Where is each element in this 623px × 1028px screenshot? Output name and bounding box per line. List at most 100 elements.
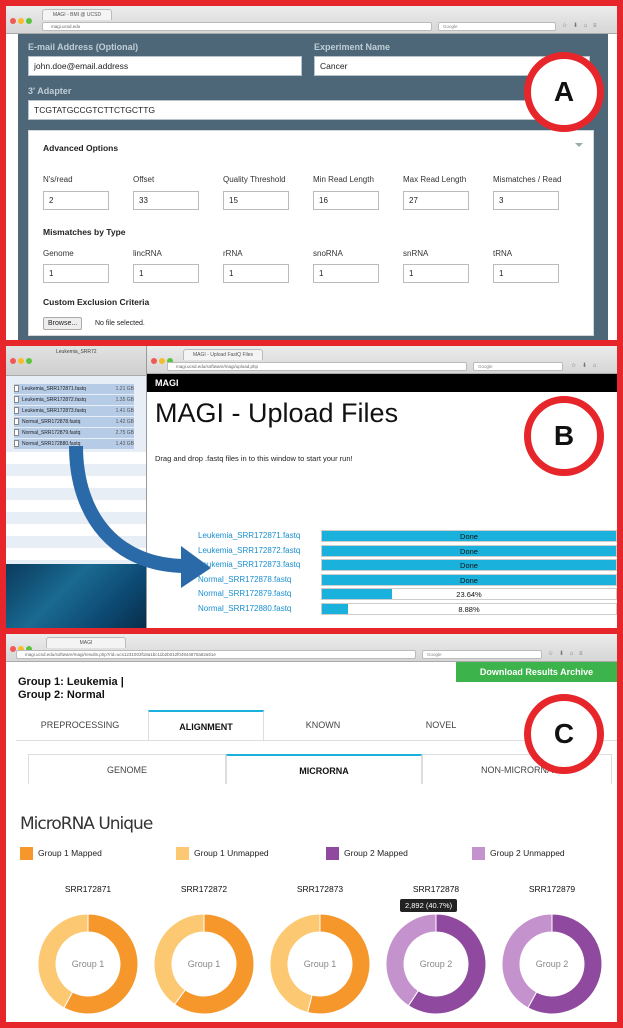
- exclusion-title: Custom Exclusion Criteria: [43, 297, 150, 307]
- finder-chrome: Leukemia_SRR72: [6, 346, 152, 376]
- file-row[interactable]: Leukemia_SRR172871.fastq 1.21 GB: [14, 384, 134, 394]
- upload-status: 23.64%: [456, 590, 482, 599]
- search-box-c[interactable]: Google: [422, 650, 542, 659]
- mismatch-field[interactable]: 1: [133, 264, 199, 283]
- url-bar[interactable]: magi.ucsd.edu: [42, 22, 432, 31]
- file-size: 1.42 GB: [115, 419, 134, 425]
- donut-center-label: Group 1: [72, 959, 105, 969]
- finder-title: Leukemia_SRR72: [56, 349, 97, 355]
- panel-b: Leukemia_SRR72 Leukemia_SRR172871.fastq 1…: [6, 346, 617, 628]
- tab-preprocessing[interactable]: PREPROCESSING: [16, 710, 144, 740]
- browser-chrome-c: MAGI magi.ucsd.edu/software/magi/results…: [6, 634, 617, 662]
- param-label: Offset: [133, 175, 155, 184]
- upload-status: Done: [460, 546, 478, 556]
- upload-status: Done: [460, 532, 478, 541]
- file-icon: [14, 440, 19, 448]
- tab-novel[interactable]: NOVEL: [382, 710, 500, 740]
- file-row[interactable]: Leukemia_SRR172873.fastq 1.41 GB: [14, 406, 134, 416]
- window-controls-c[interactable]: [10, 639, 36, 652]
- donut-center-label: Group 2: [536, 959, 569, 969]
- subtab-genome[interactable]: GENOME: [28, 754, 226, 784]
- donut-chart[interactable]: Group 2: [494, 906, 610, 1022]
- upload-status: Done: [460, 561, 478, 570]
- url-bar-b[interactable]: magi.ucsd.edu/software/magi/upload.php: [167, 362, 467, 371]
- toolbar-icons[interactable]: ☆ ⬇ ⌂ ≡: [562, 22, 599, 29]
- sample-label: SRR172872: [180, 884, 228, 894]
- finder-window-controls[interactable]: [10, 351, 36, 364]
- donut-chart[interactable]: Group 2: [378, 906, 494, 1022]
- mismatch-field[interactable]: 1: [313, 264, 379, 283]
- file-row[interactable]: Normal_SRR172879.fastq 2.75 GB: [14, 428, 134, 438]
- file-icon: [14, 418, 19, 426]
- adapter-field[interactable]: TCGTATGCCGTCTTCTGCTTG: [28, 100, 590, 120]
- donut-chart[interactable]: Group 1: [30, 906, 146, 1022]
- file-icon: [14, 429, 19, 437]
- experiment-label: Experiment Name: [314, 42, 391, 52]
- upload-filename[interactable]: Normal_SRR172880.fastq: [198, 603, 318, 615]
- file-icon: [14, 407, 19, 415]
- param-field[interactable]: 2: [43, 191, 109, 210]
- legend-item[interactable]: Group 2 Unmapped: [472, 846, 565, 861]
- donut-center-label: Group 1: [188, 959, 221, 969]
- sample-label: SRR172873: [296, 884, 344, 894]
- email-field[interactable]: john.doe@email.address: [28, 56, 302, 76]
- param-field[interactable]: 27: [403, 191, 469, 210]
- magi-header[interactable]: MAGI: [147, 374, 617, 392]
- param-field[interactable]: 33: [133, 191, 199, 210]
- mismatch-label: snoRNA: [313, 249, 343, 258]
- mismatch-label: lincRNA: [133, 249, 162, 258]
- marker-b: B: [524, 396, 604, 476]
- browser-tab-b[interactable]: MAGI - Upload FastQ Files: [183, 349, 263, 360]
- search-box-b[interactable]: Google: [473, 362, 563, 371]
- mismatch-label: rRNA: [223, 249, 243, 258]
- tab-alignment[interactable]: ALIGNMENT: [148, 710, 264, 740]
- browser-tab[interactable]: MAGI - BMI @ UCSD: [42, 9, 112, 20]
- mismatch-label: tRNA: [493, 249, 513, 258]
- group-line-2: Group 2: Normal: [18, 689, 105, 701]
- browser-tab-c[interactable]: MAGI: [46, 637, 126, 648]
- search-box[interactable]: Google: [438, 22, 556, 31]
- collapse-caret-icon[interactable]: [575, 143, 583, 147]
- upload-title: MAGI - Upload Files: [155, 398, 399, 428]
- section-title: MicroRNA Unique: [20, 814, 153, 834]
- upload-status: 8.88%: [458, 604, 480, 614]
- file-name: Normal_SRR172878.fastq: [22, 419, 81, 425]
- donut-chart[interactable]: Group 1: [262, 906, 378, 1022]
- url-bar-c[interactable]: magi.ucsd.edu/software/magi/results.php?…: [16, 650, 416, 659]
- no-file-label: No file selected.: [95, 320, 145, 327]
- upload-progress-bar: Done: [321, 559, 617, 571]
- legend-item[interactable]: Group 2 Mapped: [326, 846, 408, 861]
- browser-chrome-b: MAGI - Upload FastQ Files magi.ucsd.edu/…: [147, 346, 617, 374]
- mismatch-field[interactable]: 1: [493, 264, 559, 283]
- slice-tooltip: 2,892 (40.7%): [400, 899, 458, 912]
- donut-chart[interactable]: Group 1: [146, 906, 262, 1022]
- param-field[interactable]: 15: [223, 191, 289, 210]
- legend-label: Group 2 Unmapped: [490, 848, 565, 858]
- param-label: Max Read Length: [403, 175, 467, 184]
- legend-item[interactable]: Group 1 Mapped: [20, 846, 102, 861]
- upload-progress-bar: 23.64%: [321, 588, 617, 600]
- param-field[interactable]: 16: [313, 191, 379, 210]
- run-form: E-mail Address (Optional) john.doe@email…: [18, 34, 608, 340]
- download-results-button[interactable]: Download Results Archive: [456, 662, 617, 682]
- toolbar-icons-c[interactable]: ☆ ⬇ ⌂ ≡: [548, 650, 585, 657]
- window-controls-b[interactable]: [151, 351, 177, 364]
- adapter-label: 3' Adapter: [28, 86, 72, 96]
- tab-known[interactable]: KNOWN: [264, 710, 382, 740]
- legend-swatch: [20, 847, 33, 861]
- mismatch-field[interactable]: 1: [43, 264, 109, 283]
- window-controls[interactable]: [10, 11, 36, 24]
- advanced-title: Advanced Options: [43, 143, 119, 153]
- param-field[interactable]: 3: [493, 191, 559, 210]
- browser-chrome: MAGI - BMI @ UCSD magi.ucsd.edu Google ☆…: [6, 6, 617, 34]
- legend-label: Group 1 Unmapped: [194, 848, 269, 858]
- mismatch-field[interactable]: 1: [223, 264, 289, 283]
- subtab-microrna[interactable]: MICRORNA: [226, 754, 422, 784]
- toolbar-icons-b[interactable]: ☆ ⬇ ⌂: [571, 362, 598, 369]
- legend-item[interactable]: Group 1 Unmapped: [176, 846, 269, 861]
- file-row[interactable]: Leukemia_SRR172872.fastq 1.35 GB: [14, 395, 134, 405]
- mismatch-field[interactable]: 1: [403, 264, 469, 283]
- donut-center-label: Group 2: [420, 959, 453, 969]
- browse-button[interactable]: Browse...: [43, 317, 83, 330]
- file-row[interactable]: Normal_SRR172878.fastq 1.42 GB: [14, 417, 134, 427]
